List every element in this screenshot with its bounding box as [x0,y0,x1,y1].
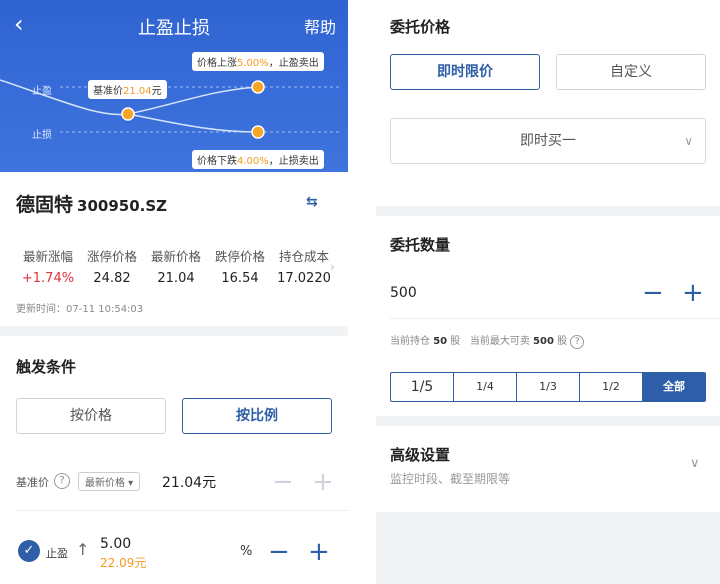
take-profit-label: 止盈 [46,547,68,560]
chevron-down-icon[interactable]: ∨ [690,456,700,471]
base-label: 基准价 [16,476,49,489]
stock-name: 德固特 [16,194,74,216]
base-price-tip: 基准价21.04元 [88,80,167,99]
by-price-button[interactable]: 按价格 [16,398,166,434]
advanced-title[interactable]: 高级设置 [390,444,450,465]
custom-price-button[interactable]: 自定义 [556,54,706,90]
left-panel: ‹ 止盈止损 帮助 止盈 止损 基准价21.04元 价格上涨5.00%，止盈卖出… [0,0,348,584]
page-title: 止盈止损 [138,18,210,39]
update-time: 更新时间：07-11 10:54:03 [16,304,144,315]
quote-col: 跌停价格 16.54 [214,249,265,286]
stop-loss-tip: 价格下跌4.00%，止损卖出 [192,150,324,169]
row-divider [16,510,348,511]
fraction-1-4[interactable]: 1/4 [454,373,517,401]
quote-col: 最新价格 21.04 [150,249,201,286]
qty-plus-button[interactable]: + [682,280,704,306]
header: ‹ 止盈止损 帮助 止盈 止损 基准价21.04元 价格上涨5.00%，止盈卖出… [0,0,348,172]
base-minus-button[interactable]: − [272,469,294,495]
help-circle-icon[interactable]: ? [54,473,70,489]
instant-limit-button[interactable]: 即时限价 [390,54,540,90]
chevron-down-icon: ∨ [684,134,693,148]
quote-col: 涨停价格 24.82 [86,249,137,286]
panel-gap [348,0,376,584]
advanced-subtitle: 监控时段、截至期限等 [390,472,511,486]
section-divider [0,326,348,336]
loss-curve [127,113,259,133]
price-type-select[interactable]: 即时买一 ∨ [390,118,706,164]
profit-point [251,80,265,94]
quote-grid: 最新涨幅 +1.74% 涨停价格 24.82 最新价格 21.04 跌停价格 16.54… [16,246,336,286]
by-ratio-button[interactable]: 按比例 [182,398,332,434]
row-divider [390,318,720,319]
section-divider [376,206,720,216]
fraction-all[interactable]: 全部 [643,373,705,401]
stop-loss-axis-label: 止损 [32,130,52,141]
tp-plus-button[interactable]: + [308,539,330,565]
base-plus-button[interactable]: + [312,469,334,495]
quantity-input[interactable]: 500 [390,285,417,301]
section-divider [376,416,720,426]
help-button[interactable]: 帮助 [304,14,336,38]
fraction-selector: 1/5 1/4 1/3 1/2 全部 [390,372,706,402]
right-panel: 委托价格 即时限价 自定义 即时买一 ∨ 委托数量 500 − + 当前持仓 5… [376,0,720,584]
take-profit-pct[interactable]: 5.00 [100,536,131,552]
base-value: 21.04元 [162,475,217,491]
fraction-1-5[interactable]: 1/5 [391,373,454,401]
swap-icon[interactable]: ⇆ [306,194,318,210]
holding-info: 当前持仓 50 股 当前最大可卖 500 股 ? [390,332,585,349]
stock-title: 德固特 300950.SZ [16,190,167,217]
help-circle-icon[interactable]: ? [570,335,585,349]
tp-minus-button[interactable]: − [268,539,290,565]
chevron-right-icon[interactable]: › [330,260,335,274]
arrow-up-icon: ↑ [76,540,90,559]
base-point [121,107,135,121]
checkmark-icon[interactable]: ✓ [18,540,40,562]
trigger-title: 触发条件 [16,358,77,376]
base-source-select[interactable]: 最新价格 ▾ [78,472,141,491]
quantity-title: 委托数量 [390,236,451,254]
take-profit-axis-label: 止盈 [32,86,52,97]
stock-code: 300950.SZ [77,197,168,215]
loss-point [251,125,265,139]
take-profit-price: 22.09元 [100,556,147,570]
quote-col: 持仓成本 17.0220 [277,249,331,286]
fraction-1-3[interactable]: 1/3 [517,373,580,401]
take-profit-tip: 价格上涨5.00%，止盈卖出 [192,52,324,71]
fraction-1-2[interactable]: 1/2 [580,373,643,401]
pct-unit: % [240,544,253,559]
bottom-filler [376,512,720,584]
order-price-title: 委托价格 [390,18,451,36]
qty-minus-button[interactable]: − [642,280,664,306]
quote-col: 最新涨幅 +1.74% [21,249,75,286]
